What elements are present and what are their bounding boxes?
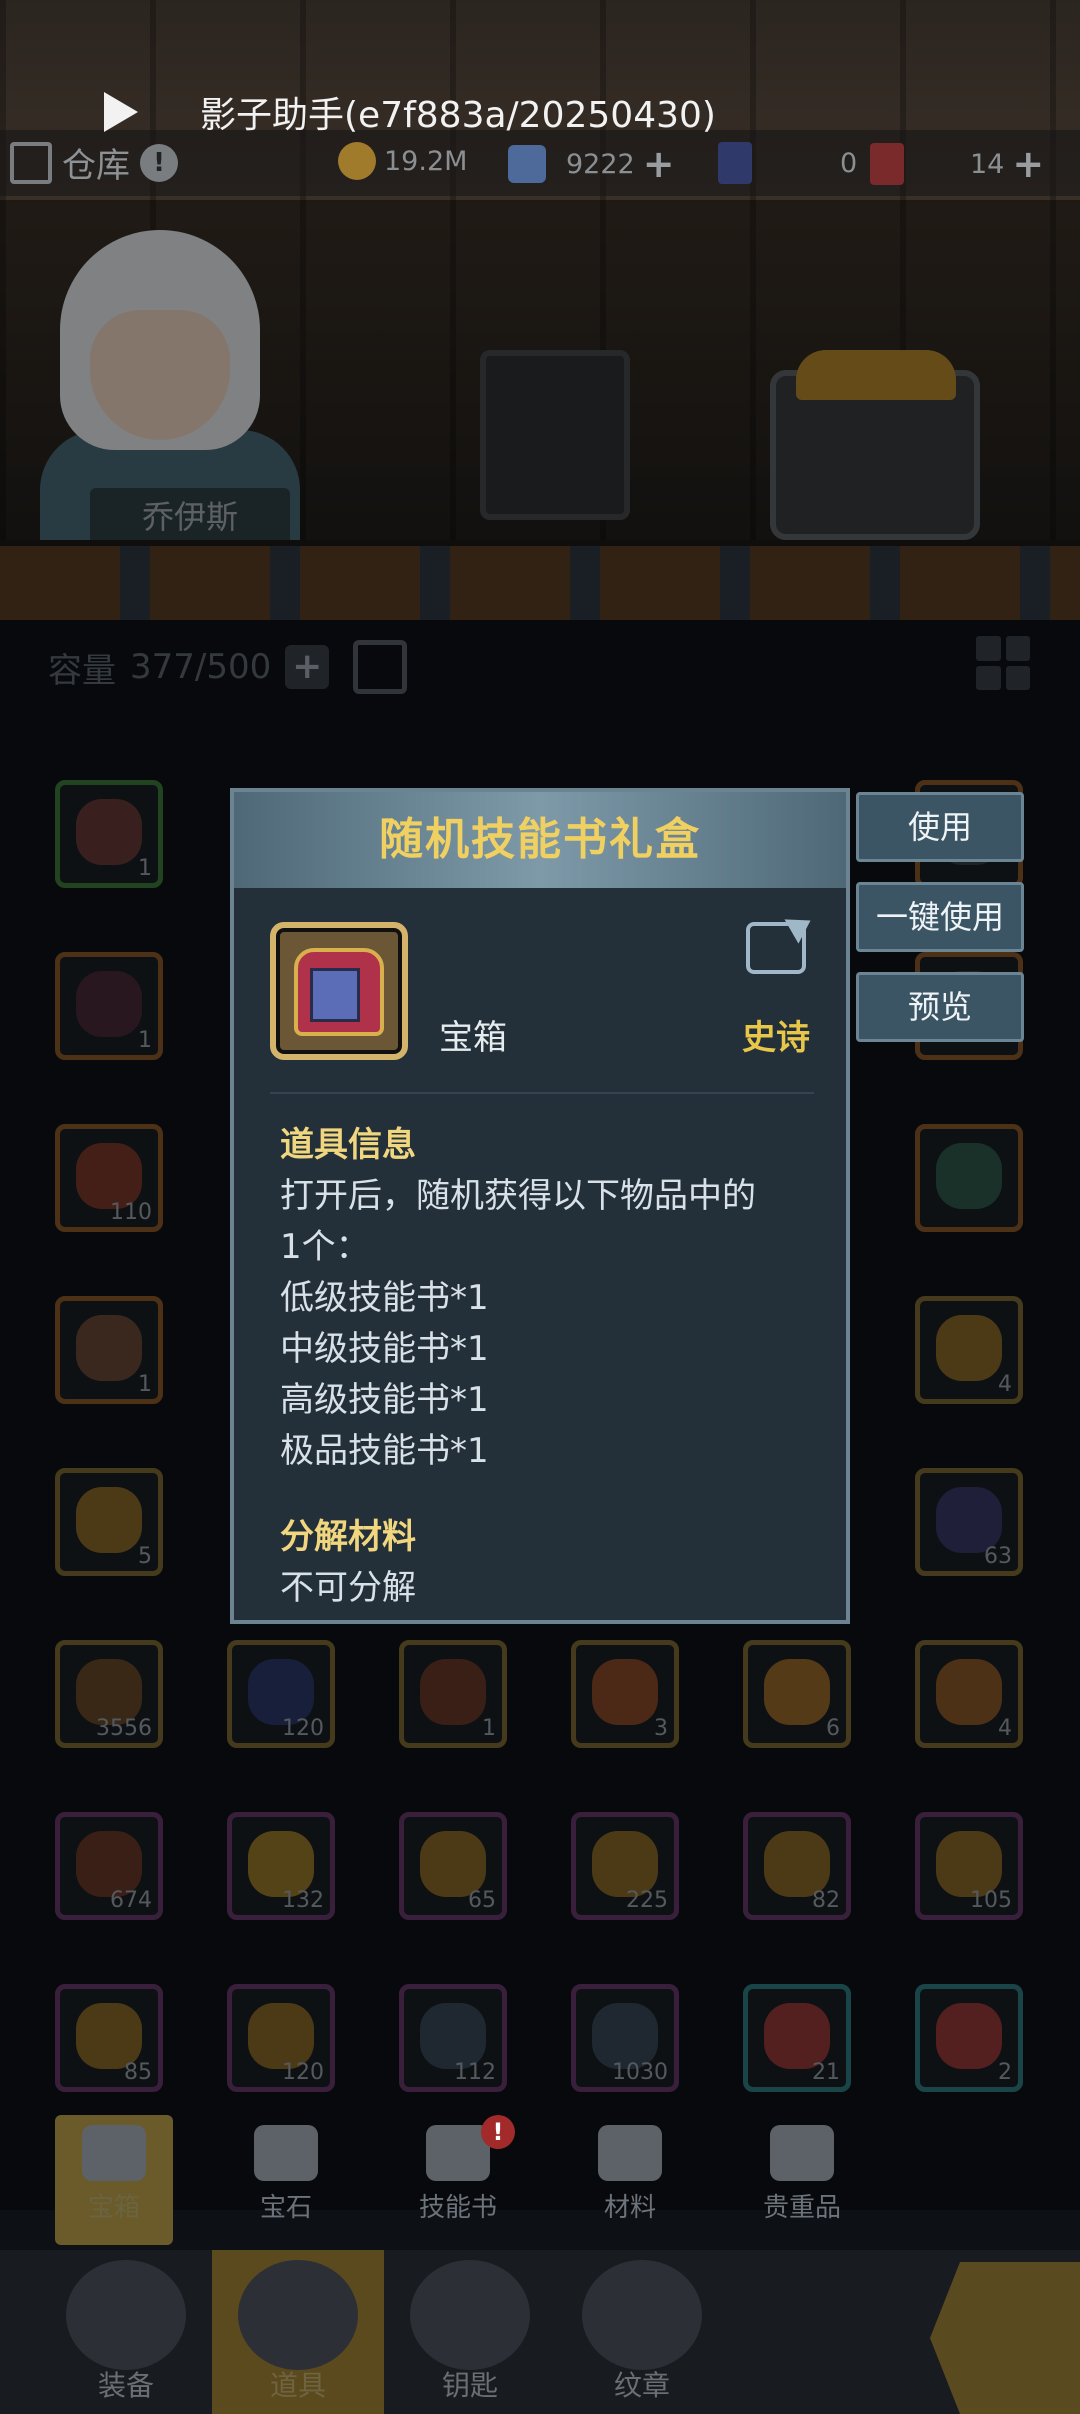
preview-button[interactable]: 预览 <box>856 972 1024 1042</box>
character-name: 乔伊斯 <box>90 488 290 546</box>
item-slot[interactable]: 5 <box>55 1468 163 1576</box>
decompose-text: 不可分解 <box>280 1568 416 1608</box>
decompose-section: 分解材料 不可分解 <box>280 1512 416 1614</box>
item-slot[interactable]: 85 <box>55 1984 163 2092</box>
reward-item: 极品技能书*1 <box>280 1431 489 1471</box>
item-info-line: 打开后，随机获得以下物品中的 <box>280 1176 756 1216</box>
item-slot[interactable]: 3556 <box>55 1640 163 1748</box>
item-slot[interactable]: 1 <box>399 1640 507 1748</box>
decompose-title: 分解材料 <box>280 1517 416 1557</box>
item-slot[interactable]: 674 <box>55 1812 163 1920</box>
book-icon <box>310 968 360 1022</box>
gem-icon <box>254 2125 318 2181</box>
emblem-icon <box>582 2260 702 2370</box>
item-detail-popup: 随机技能书礼盒 宝箱 史诗 道具信息 打开后，随机获得以下物品中的 1个： 低级… <box>230 788 850 1624</box>
tab-gem[interactable]: 宝石 <box>227 2115 345 2245</box>
popup-title: 随机技能书礼盒 <box>234 792 846 888</box>
notification-badge: ! <box>481 2115 515 2149</box>
item-slot[interactable]: 6 <box>743 1640 851 1748</box>
item-slot[interactable]: 4 <box>915 1296 1023 1404</box>
book-icon[interactable] <box>353 640 408 694</box>
equip-icon <box>66 2260 186 2370</box>
item-slot[interactable] <box>915 1124 1023 1232</box>
item-info-line: 1个： <box>280 1227 370 1267</box>
share-icon[interactable] <box>746 922 806 974</box>
tab-skillbook[interactable]: 技能书 ! <box>399 2115 517 2245</box>
item-slot[interactable]: 1 <box>55 952 163 1060</box>
nav-items[interactable]: 道具 <box>212 2250 384 2414</box>
item-slot[interactable]: 65 <box>399 1812 507 1920</box>
item-slot[interactable]: 3 <box>571 1640 679 1748</box>
reward-item: 中级技能书*1 <box>280 1329 489 1369</box>
reward-item: 高级技能书*1 <box>280 1380 489 1420</box>
item-rarity: 史诗 <box>742 1018 810 1058</box>
item-slot[interactable]: 63 <box>915 1468 1023 1576</box>
use-button[interactable]: 使用 <box>856 792 1024 862</box>
nav-equip[interactable]: 装备 <box>40 2250 212 2414</box>
reward-item: 低级技能书*1 <box>280 1278 489 1318</box>
item-slot[interactable]: 112 <box>399 1984 507 2092</box>
shelf <box>0 540 1080 620</box>
tab-material[interactable]: 材料 <box>571 2115 689 2245</box>
forward-arrow-button[interactable] <box>930 2262 1080 2414</box>
category-tabs: 宝箱 宝石 技能书 ! 材料 贵重品 <box>55 2115 915 2245</box>
material-icon <box>598 2125 662 2181</box>
item-slot[interactable]: 225 <box>571 1812 679 1920</box>
nav-emblem[interactable]: 纹章 <box>556 2250 728 2414</box>
use-all-button[interactable]: 一键使用 <box>856 882 1024 952</box>
assistant-overlay: 影子助手(e7f883a/20250430) <box>0 70 1080 154</box>
item-slot[interactable]: 21 <box>743 1984 851 2092</box>
background-chest <box>480 350 630 520</box>
item-slot[interactable]: 105 <box>915 1812 1023 1920</box>
treasure-chest <box>770 350 980 540</box>
items-icon <box>238 2260 358 2370</box>
expand-capacity-button[interactable]: + <box>285 645 330 689</box>
capacity-row: 容量 377/500 + <box>48 640 408 694</box>
bottom-nav: 装备 道具 钥匙 纹章 <box>0 2250 1080 2414</box>
valuables-icon <box>770 2125 834 2181</box>
grid-toggle-icon[interactable] <box>976 636 1030 690</box>
tab-chest[interactable]: 宝箱 <box>55 2115 173 2245</box>
item-slot[interactable]: 2 <box>915 1984 1023 2092</box>
item-icon <box>270 922 408 1060</box>
item-slot[interactable]: 132 <box>227 1812 335 1920</box>
item-slot[interactable]: 1030 <box>571 1984 679 2092</box>
item-slot[interactable]: 1 <box>55 780 163 888</box>
item-type: 宝箱 <box>439 1018 507 1058</box>
key-icon <box>410 2260 530 2370</box>
tab-valuables[interactable]: 贵重品 <box>743 2115 861 2245</box>
item-slot[interactable]: 120 <box>227 1984 335 2092</box>
item-slot[interactable]: 82 <box>743 1812 851 1920</box>
nav-keys[interactable]: 钥匙 <box>384 2250 556 2414</box>
assistant-title: 影子助手(e7f883a/20250430) <box>200 95 716 136</box>
item-slot[interactable]: 110 <box>55 1124 163 1232</box>
item-info-title: 道具信息 <box>280 1125 416 1165</box>
item-info-section: 道具信息 打开后，随机获得以下物品中的 1个： 低级技能书*1 中级技能书*1 … <box>280 1120 756 1477</box>
capacity-label: 容量 <box>48 650 116 691</box>
item-slot[interactable]: 1 <box>55 1296 163 1404</box>
gold-pile <box>796 350 956 400</box>
capacity-value: 377/500 <box>130 647 272 687</box>
item-slot[interactable]: 120 <box>227 1640 335 1748</box>
chest-icon <box>82 2125 146 2181</box>
item-slot[interactable]: 4 <box>915 1640 1023 1748</box>
play-icon[interactable] <box>104 92 138 132</box>
divider <box>270 1092 814 1094</box>
